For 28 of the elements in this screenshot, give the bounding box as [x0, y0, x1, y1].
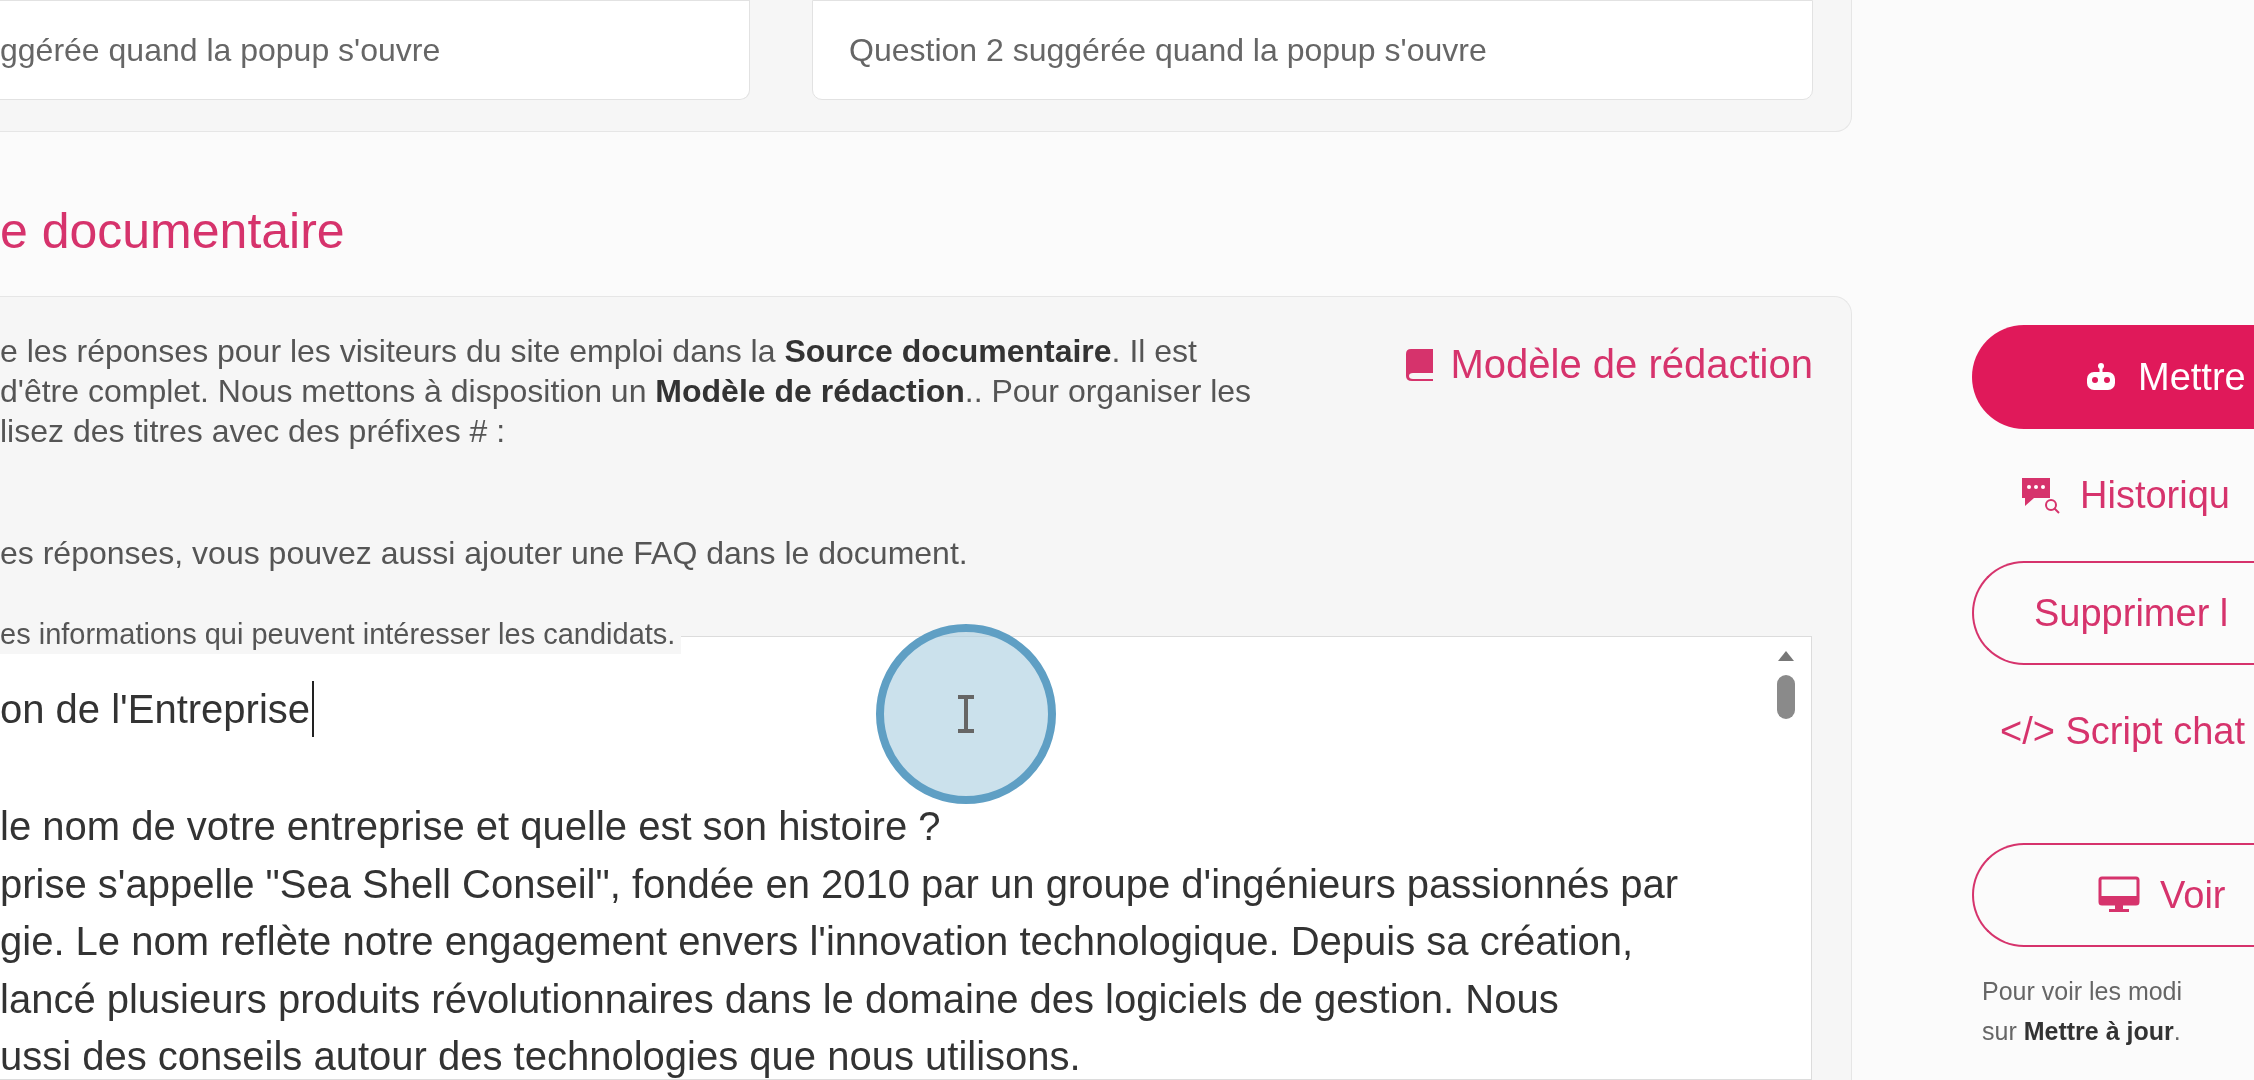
- editor-heading: on de l'Entreprise: [0, 681, 315, 737]
- editor-text-line: lancé plusieurs produits révolutionnaires dans le domaine des logiciels de gestion. Nous: [0, 975, 1560, 1022]
- action-link[interactable]: </> Script chat: [1972, 701, 2254, 761]
- outline-button[interactable]: Supprimer l: [1972, 561, 2254, 665]
- help-text: es réponses, vous pouvez aussi ajouter une FAQ dans le document.: [0, 534, 969, 573]
- book-icon: [1404, 347, 1435, 381]
- editor-text-line: gie. Le nom reflète notre engagement envers l'innovation technologique. Depuis sa création,: [0, 918, 1635, 964]
- description-line: e les réponses pour les visiteurs du site emploi dans la Source documentaire. Il est: [0, 332, 1198, 371]
- suggestion-field[interactable]: ggérée quand la popup s'ouvre: [0, 0, 750, 100]
- description-line: d'être complet. Nous mettons à disposition un Modèle de rédaction.. Pour organiser les: [0, 372, 1252, 411]
- editor-text-line: le nom de votre entreprise et quelle est son histoire ?: [0, 803, 942, 849]
- editor-text-line: prise s'appelle "Sea Shell Conseil", fondée en 2010 par un groupe d'ingénieurs passionnés par: [0, 860, 1680, 907]
- chat-search-icon: [2020, 476, 2060, 514]
- robot-icon: [2084, 362, 2118, 392]
- scroll-up-icon[interactable]: [1776, 649, 1796, 663]
- editor-text-line: ussi des conseils autour des technologies que nous utilisons.: [0, 1033, 1082, 1079]
- help-text: Pour voir les modi: [1982, 976, 2184, 1007]
- help-text: sur Mettre à jour.: [1982, 1016, 2182, 1047]
- text-cursor-icon: [955, 694, 977, 734]
- description-line: lisez des titres avec des préfixes # :: [0, 412, 507, 451]
- update-button[interactable]: Mettre: [1972, 325, 2254, 429]
- action-link[interactable]: Historiqu: [1972, 465, 2254, 525]
- scrollbar-thumb[interactable]: [1777, 675, 1795, 719]
- suggestion-field[interactable]: Question 2 suggérée quand la popup s'ouvre: [812, 0, 1813, 100]
- monitor-icon: [2098, 876, 2140, 914]
- section-title: e documentaire: [0, 202, 346, 261]
- outline-button[interactable]: Voir: [1972, 843, 2254, 947]
- template-link[interactable]: Modèle de rédaction: [1404, 339, 1813, 389]
